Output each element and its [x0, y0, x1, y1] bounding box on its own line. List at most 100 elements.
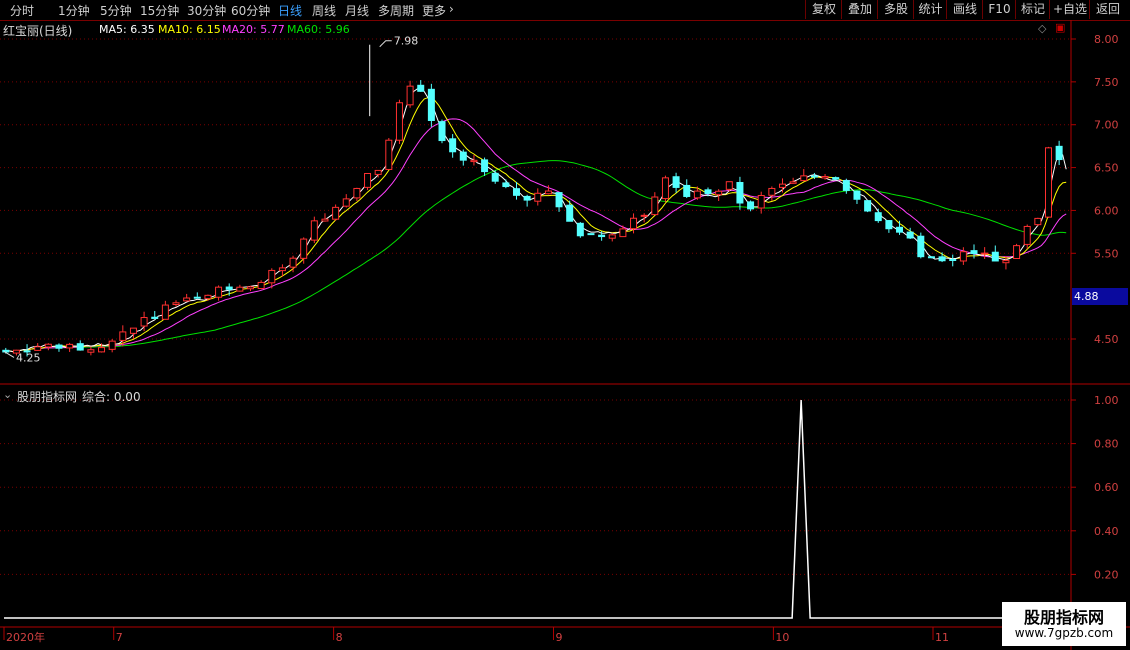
candle-body: [853, 190, 861, 200]
candle-body: [693, 190, 701, 199]
candle-body: [810, 175, 818, 178]
candle-body: [183, 297, 191, 302]
y-tick-label: 6.00: [1094, 204, 1119, 217]
diamond-icon[interactable]: ◇: [1038, 22, 1046, 35]
candle-body: [906, 231, 914, 239]
sub-y-tick-label: 0.80: [1094, 438, 1119, 451]
sub-y-tick-label: 1.00: [1094, 394, 1119, 407]
candle-body: [374, 169, 382, 175]
candle-body: [438, 121, 446, 142]
candle-body: [1023, 225, 1031, 245]
candle-body: [215, 286, 223, 298]
indicator-title: 股朋指标网: [17, 390, 78, 404]
candle-body: [449, 138, 457, 153]
sub-y-tick-label: 0.40: [1094, 525, 1119, 538]
y-tick-label: 7.50: [1094, 76, 1119, 89]
x-tick-label: 9: [556, 631, 563, 644]
candle-body: [417, 84, 425, 92]
candle-body: [140, 317, 148, 327]
candle-body: [725, 181, 733, 190]
y-tick-label: 7.00: [1094, 119, 1119, 132]
candle-body: [459, 151, 467, 161]
high-pointer: [379, 40, 392, 48]
candle-body: [395, 102, 403, 141]
candle-body: [800, 175, 808, 182]
low-label: 4.25: [16, 351, 41, 364]
x-tick-label: 8: [336, 631, 343, 644]
ma60-legend: MA60: 5.96: [287, 23, 350, 36]
y-tick-label: 8.00: [1094, 33, 1119, 46]
stock-title: 红宝丽(日线): [3, 24, 73, 38]
candle-body: [885, 220, 893, 230]
ma5-legend: MA5: 6.35: [99, 23, 155, 36]
candle-body: [353, 187, 361, 199]
candle-body: [321, 218, 329, 222]
indicator-value: 综合: 0.00: [82, 390, 141, 404]
x-tick-label: 2020年: [6, 630, 45, 644]
candle-body: [129, 327, 137, 334]
candle-body: [119, 331, 127, 341]
candle-body: [715, 190, 723, 196]
candle-body: [2, 349, 10, 353]
candle-body: [927, 256, 935, 259]
candle-body: [970, 250, 978, 255]
candle-body: [736, 181, 744, 204]
candle-body: [76, 343, 84, 351]
candle-body: [236, 286, 244, 292]
candle-body: [768, 187, 776, 196]
high-label: 7.98: [394, 35, 419, 48]
candle-body: [66, 343, 74, 349]
candle-body: [332, 206, 340, 220]
candle-body: [278, 267, 286, 272]
date-axis: 2020年789101120: [3, 627, 1052, 644]
indicator-chart: 1.00 0.80 0.60 0.40 0.20: [4, 394, 1119, 619]
candle-body: [310, 220, 318, 241]
candle-body: [534, 192, 542, 202]
annotations: 7.98 4.25: [3, 35, 419, 364]
sub-y-tick-label: 0.60: [1094, 481, 1119, 494]
candle-body: [481, 159, 489, 173]
y-tick-label: 6.50: [1094, 162, 1119, 175]
candle-body: [523, 195, 531, 201]
ma20-legend: MA20: 5.77: [222, 23, 285, 36]
candle-body: [55, 344, 63, 349]
chevron-down-icon[interactable]: ⌄: [3, 388, 12, 401]
candle-body: [619, 228, 627, 238]
candle-body: [747, 201, 755, 210]
candle-body: [949, 258, 957, 261]
candle-body: [406, 85, 414, 106]
watermark-url: www.7gpzb.com: [1014, 626, 1114, 640]
candle-body: [108, 340, 116, 350]
candle-body: [576, 222, 584, 237]
candle-body: [204, 294, 212, 300]
candle-body: [842, 180, 850, 191]
candle-body: [981, 252, 989, 255]
candle-body: [44, 343, 52, 348]
x-tick-label: 11: [935, 631, 949, 644]
sub-y-tick-label: 0.20: [1094, 568, 1119, 581]
candle-body: [34, 346, 42, 351]
candle-body: [544, 190, 552, 195]
candle-body: [672, 176, 680, 188]
candle-body: [385, 139, 393, 170]
candle-body: [512, 188, 520, 196]
candle-body: [1013, 245, 1021, 260]
candle-body: [789, 181, 797, 184]
candle-body: [1055, 145, 1063, 161]
candle-body: [289, 257, 297, 268]
current-price-label: 4.88: [1072, 288, 1128, 305]
candle-body: [300, 238, 308, 259]
indicator-line: [4, 399, 1068, 619]
ma10-legend: MA10: 6.15: [158, 23, 221, 36]
candle-body: [864, 200, 872, 212]
candle-body: [1002, 260, 1010, 264]
candle-body: [821, 176, 829, 179]
candle-body: [257, 281, 265, 290]
y-tick-label: 5.50: [1094, 247, 1119, 260]
candle-body: [832, 177, 840, 180]
settings-icon[interactable]: ▣: [1055, 21, 1065, 34]
candle-body: [630, 217, 638, 230]
candle-body: [959, 251, 967, 262]
grid-lines: [0, 20, 1130, 650]
kline-chart[interactable]: 7.98 4.25 8.00 7.50 7.00 6.50 6.00 5.50 4.50 1.…: [0, 0, 1130, 650]
